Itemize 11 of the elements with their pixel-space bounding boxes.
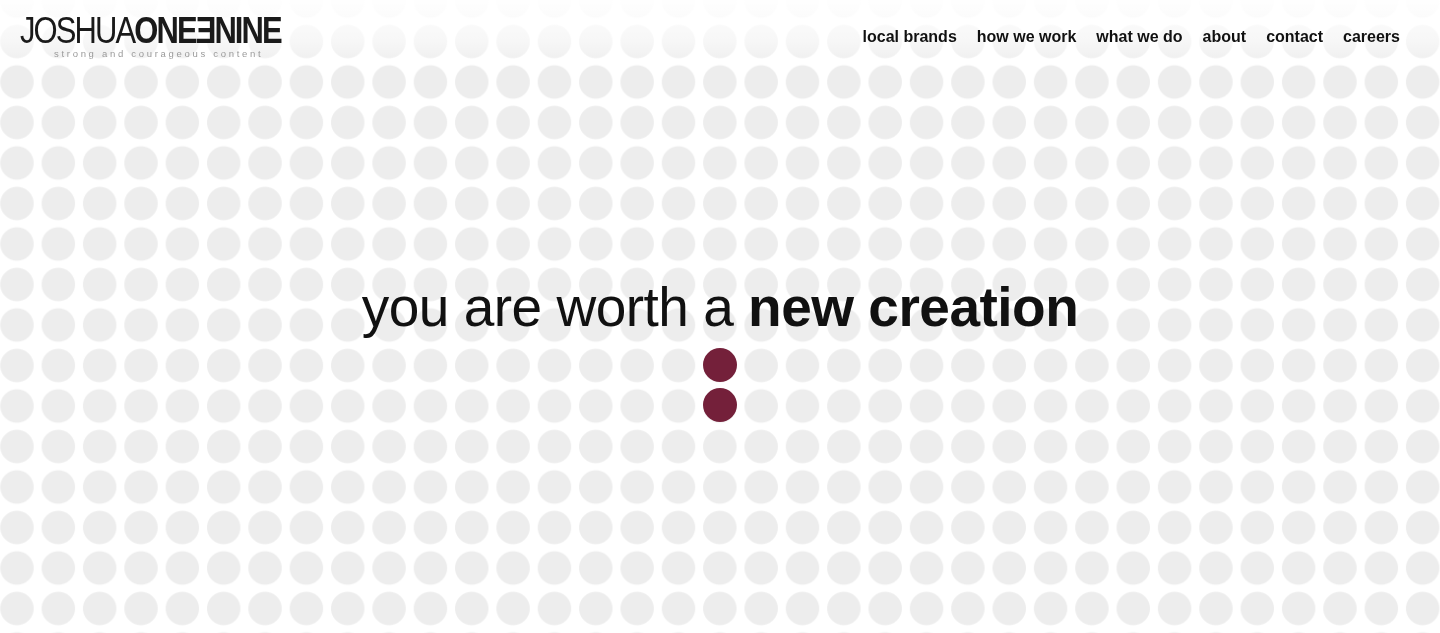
nav-link[interactable]: contact	[1266, 26, 1324, 48]
logo-tagline: strong and courageous content	[54, 48, 264, 59]
nav-link[interactable]: how we work	[976, 26, 1077, 48]
hero-headline: you are worth a new creation	[361, 275, 1079, 340]
dot-icon	[703, 348, 737, 382]
nav-link[interactable]: careers	[1343, 26, 1400, 48]
logo-wordmark[interactable]: JOSHUAONEƎNINE	[20, 13, 281, 49]
nav-link[interactable]: what we do	[1096, 26, 1183, 48]
dot-icon	[703, 388, 737, 422]
nav-link[interactable]: about	[1202, 26, 1247, 48]
nav-link[interactable]: local brands	[862, 26, 957, 48]
